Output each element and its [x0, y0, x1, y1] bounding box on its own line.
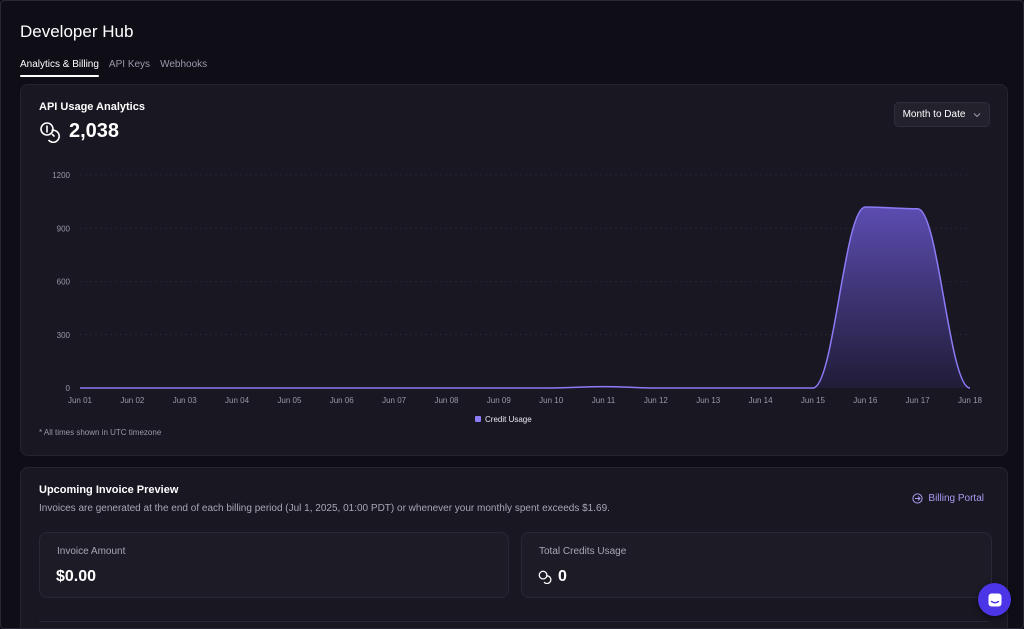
x-tick-label: Jun 12 [644, 396, 669, 405]
x-tick-label: Jun 09 [487, 396, 512, 405]
y-tick-label: 600 [57, 278, 71, 287]
usage-analytics-card: API Usage Analytics 2,038 Month to Date [20, 84, 1008, 456]
y-tick-label: 0 [66, 384, 71, 393]
invoice-amount-value: $0.00 [56, 568, 96, 586]
tab-analytics-billing[interactable]: Analytics & Billing [20, 59, 99, 77]
invoice-card-title: Upcoming Invoice Preview [39, 484, 179, 496]
invoice-amount-box: Invoice Amount $0.00 [39, 532, 509, 598]
invoice-amount-label: Invoice Amount [57, 546, 126, 557]
chat-button[interactable] [978, 583, 1011, 616]
y-tick-label: 300 [57, 331, 71, 340]
x-tick-label: Jun 07 [382, 396, 407, 405]
x-tick-label: Jun 06 [330, 396, 355, 405]
x-tick-label: Jun 01 [68, 396, 93, 405]
billing-portal-link[interactable]: Billing Portal [912, 493, 984, 504]
invoice-description: Invoices are generated at the end of eac… [39, 503, 610, 514]
x-tick-label: Jun 13 [696, 396, 721, 405]
tab-webhooks[interactable]: Webhooks [160, 59, 207, 77]
y-tick-label: 1200 [52, 171, 70, 180]
coins-icon [538, 570, 552, 584]
x-tick-label: Jun 17 [906, 396, 931, 405]
billing-portal-label: Billing Portal [928, 493, 984, 504]
timezone-note: * All times shown in UTC timezone [39, 428, 162, 437]
page-title: Developer Hub [20, 22, 134, 41]
x-tick-label: Jun 02 [120, 396, 145, 405]
x-tick-label: Jun 16 [853, 396, 878, 405]
x-tick-label: Jun 08 [434, 396, 459, 405]
chat-icon [988, 593, 1001, 606]
tab-bar: Analytics & Billing API Keys Webhooks [20, 59, 207, 77]
credits-usage-box: Total Credits Usage 0 [521, 532, 992, 598]
legend-label: Credit Usage [485, 415, 532, 424]
x-tick-label: Jun 05 [277, 396, 302, 405]
arrow-circle-right-icon [912, 493, 924, 504]
app-window: Developer Hub Analytics & Billing API Ke… [0, 0, 1024, 629]
credits-usage-value: 0 [538, 568, 567, 586]
tab-api-keys[interactable]: API Keys [109, 59, 150, 77]
credits-usage-label: Total Credits Usage [539, 546, 627, 557]
x-tick-label: Jun 14 [749, 396, 774, 405]
divider [39, 621, 989, 622]
x-tick-label: Jun 18 [958, 396, 983, 405]
x-tick-label: Jun 11 [592, 396, 616, 405]
y-tick-label: 900 [57, 224, 71, 233]
invoice-preview-card: Upcoming Invoice Preview Invoices are ge… [20, 467, 1008, 628]
usage-chart: 0 300 600 900 1200 Jun 01 Jun 02 Jun 03 Jun 04 Ju… [52, 171, 983, 424]
credits-usage-text: 0 [558, 568, 567, 585]
x-tick-label: Jun 10 [539, 396, 564, 405]
legend-swatch [475, 416, 481, 422]
x-tick-label: Jun 04 [225, 396, 250, 405]
x-tick-label: Jun 15 [801, 396, 826, 405]
invoice-amount-text: $0.00 [56, 568, 97, 585]
credit-usage-area [80, 206, 970, 388]
x-tick-label: Jun 03 [173, 396, 198, 405]
